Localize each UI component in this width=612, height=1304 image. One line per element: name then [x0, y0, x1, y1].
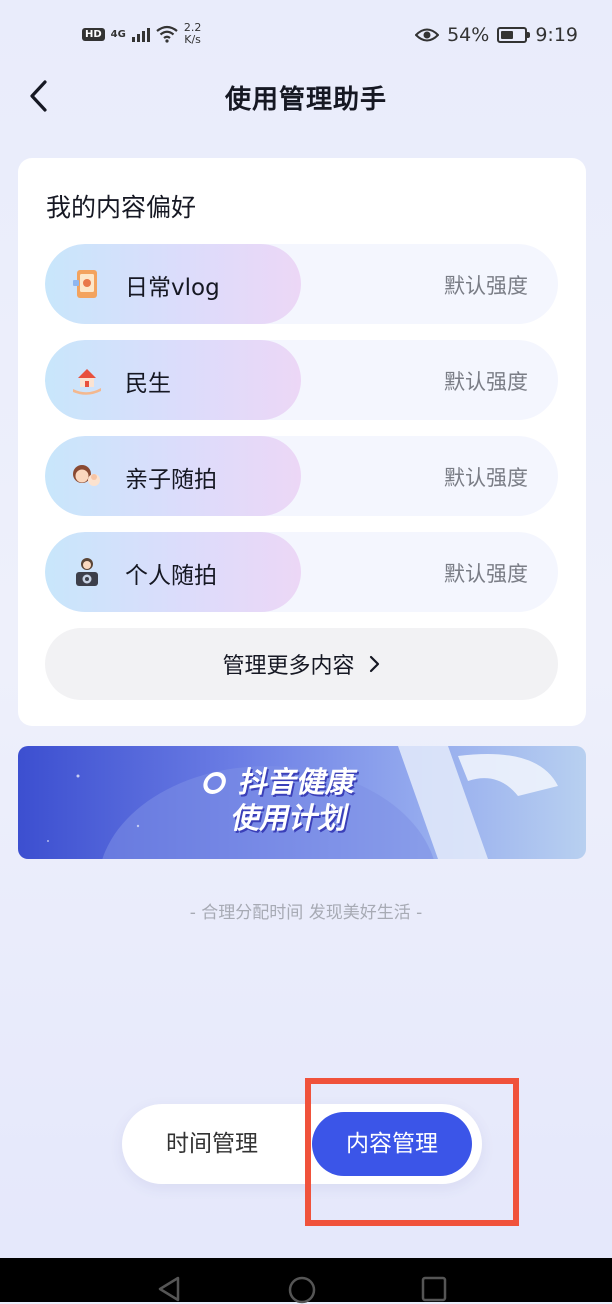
- battery-fill: [501, 31, 514, 39]
- battery-percent: 54%: [447, 24, 490, 46]
- pref-strength: 默认强度: [444, 370, 528, 394]
- banner-slogan: 抖音健康 使用计划: [192, 764, 360, 836]
- douyin-check-icon: [201, 772, 228, 794]
- status-bar: HD 4G 2.2 K/s 54% 9:19: [0, 0, 612, 70]
- pref-item-personal[interactable]: 个人随拍 默认强度: [45, 532, 558, 612]
- banner-line-2: 使用计划: [228, 801, 352, 835]
- system-nav-bar: [0, 1258, 612, 1304]
- highlight-annotation-box: [305, 1078, 519, 1226]
- pref-label: 亲子随拍: [125, 467, 217, 493]
- nav-bar: 使用管理助手: [0, 70, 612, 122]
- status-right: 54% 9:19: [415, 24, 578, 46]
- camera-person-icon: [76, 558, 98, 586]
- house-hand-icon: [73, 369, 101, 395]
- network-speed: 2.2 K/s: [183, 21, 202, 46]
- pref-strength: 默认强度: [444, 274, 528, 298]
- pref-item-parenting[interactable]: 亲子随拍 默认强度: [45, 436, 558, 516]
- manage-more-label: 管理更多内容: [222, 654, 355, 679]
- page-title: 使用管理助手: [224, 85, 387, 115]
- pref-item-livelihood[interactable]: 民生 默认强度: [45, 340, 558, 420]
- health-plan-banner[interactable]: 抖音健康 使用计划: [18, 746, 586, 859]
- system-back-icon[interactable]: [156, 1276, 182, 1302]
- pref-label: 民生: [125, 371, 171, 397]
- cell-signal-icon: [131, 26, 150, 42]
- pref-strength: 默认强度: [444, 466, 528, 490]
- pref-label: 个人随拍: [125, 563, 217, 589]
- eye-comfort-icon: [415, 28, 440, 42]
- chevron-right-icon: [369, 655, 379, 673]
- network-type: 4G: [110, 28, 126, 40]
- system-recents-icon[interactable]: [421, 1276, 447, 1302]
- tab-time-management[interactable]: 时间管理: [132, 1112, 292, 1176]
- pref-strength: 默认强度: [444, 562, 528, 586]
- clock: 9:19: [535, 24, 578, 46]
- wifi-icon: [156, 25, 178, 43]
- phone-vlog-icon: [73, 270, 97, 298]
- content-preferences-card: 我的内容偏好 日常vlog 默认强度 民生 默认强度 亲子随拍 默认强度 个人随…: [18, 158, 586, 726]
- system-home-icon[interactable]: [288, 1276, 316, 1304]
- family-faces-icon: [73, 465, 100, 486]
- pref-item-vlog[interactable]: 日常vlog 默认强度: [45, 244, 558, 324]
- footer-slogan: - 合理分配时间 发现美好生活 -: [189, 903, 423, 923]
- pref-label: 日常vlog: [125, 275, 220, 301]
- banner-line-1: 抖音健康: [200, 764, 360, 800]
- hd-badge: HD: [82, 27, 105, 41]
- card-title: 我的内容偏好: [46, 193, 197, 222]
- manage-more-button[interactable]: 管理更多内容: [45, 628, 558, 700]
- status-left: HD 4G 2.2 K/s: [82, 22, 201, 46]
- battery-icon: [497, 27, 531, 43]
